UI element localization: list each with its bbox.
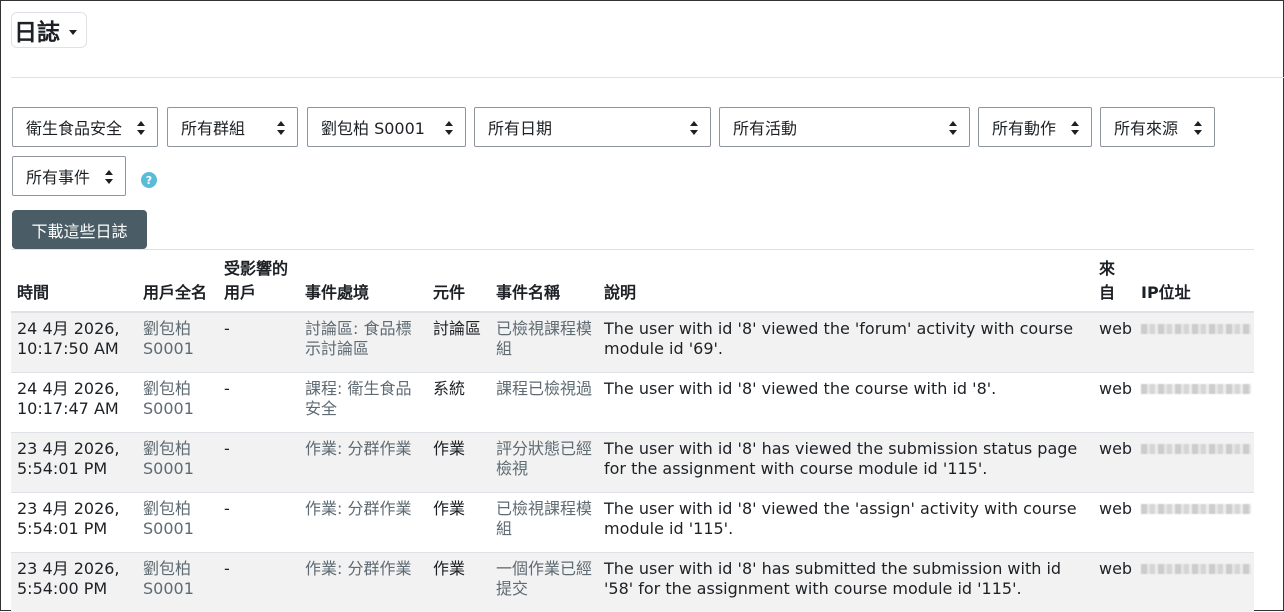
- cell-affected-user: -: [218, 491, 299, 552]
- help-icon[interactable]: ?: [141, 172, 157, 188]
- table-row: 23 4月 2026, 5:54:01 PM 劉包柏 S0001 - 作業: 分群作…: [11, 491, 1254, 552]
- table-row: 23 4月 2026, 5:54:01 PM 劉包柏 S0001 - 作業: 分群作…: [11, 431, 1254, 492]
- origin-select-value: 所有來源: [1114, 119, 1179, 138]
- cell-user-link[interactable]: 劉包柏 S0001: [137, 371, 218, 432]
- cell-event-name-link[interactable]: 一個作業已經提交: [490, 551, 598, 612]
- cell-event-name-link[interactable]: 已檢視課程模組: [490, 491, 598, 552]
- cell-origin: web: [1093, 431, 1135, 492]
- course-select[interactable]: 衛生食品安全: [12, 107, 158, 147]
- cell-description: The user with id '8' viewed the course w…: [598, 371, 1093, 432]
- select-arrows-icon: [277, 121, 285, 135]
- cell-time: 24 4月 2026, 10:17:50 AM: [11, 311, 137, 372]
- cell-ip[interactable]: [1135, 551, 1254, 612]
- col-header-origin: 來自: [1093, 253, 1135, 313]
- download-logs-button[interactable]: 下載這些日誌: [12, 210, 147, 249]
- activity-select[interactable]: 所有活動: [719, 107, 970, 147]
- cell-ip[interactable]: [1135, 371, 1254, 432]
- action-select[interactable]: 所有動作: [978, 107, 1092, 147]
- cell-user-link[interactable]: 劉包柏 S0001: [137, 431, 218, 492]
- ip-address-redacted[interactable]: [1141, 563, 1251, 574]
- table-row: 24 4月 2026, 10:17:50 AM 劉包柏 S0001 - 討論區: 食…: [11, 311, 1254, 372]
- group-select-value: 所有群組: [181, 119, 246, 138]
- divider: [11, 77, 1284, 78]
- action-select-value: 所有動作: [992, 119, 1057, 138]
- select-arrows-icon: [105, 170, 113, 184]
- cell-event-context-link[interactable]: 討論區: 食品標示討論區: [299, 311, 427, 372]
- cell-user-link[interactable]: 劉包柏 S0001: [137, 311, 218, 372]
- group-select[interactable]: 所有群組: [167, 107, 298, 147]
- select-arrows-icon: [445, 121, 453, 135]
- cell-description: The user with id '8' viewed the 'forum' …: [598, 311, 1093, 372]
- user-select[interactable]: 劉包柏 S0001: [307, 107, 466, 147]
- select-arrows-icon: [690, 121, 698, 135]
- cell-component: 作業: [427, 431, 490, 492]
- col-header-time[interactable]: 時間: [11, 253, 137, 313]
- cell-component: 作業: [427, 491, 490, 552]
- cell-ip[interactable]: [1135, 311, 1254, 372]
- col-header-affected-user: 受影響的 用戶: [218, 253, 299, 313]
- cell-event-context-link[interactable]: 課程: 衛生食品安全: [299, 371, 427, 432]
- cell-origin: web: [1093, 371, 1135, 432]
- ip-address-redacted[interactable]: [1141, 443, 1251, 454]
- cell-time: 23 4月 2026, 5:54:01 PM: [11, 491, 137, 552]
- ip-address-redacted[interactable]: [1141, 324, 1251, 334]
- event-select-value: 所有事件: [26, 168, 91, 187]
- cell-origin: web: [1093, 551, 1135, 612]
- chevron-down-icon: [69, 29, 77, 35]
- cell-origin: web: [1093, 311, 1135, 372]
- page-title: 日誌: [14, 20, 60, 46]
- select-arrows-icon: [1194, 121, 1202, 135]
- event-select[interactable]: 所有事件: [12, 156, 126, 196]
- cell-event-name-link[interactable]: 課程已檢視過: [490, 371, 598, 432]
- table-row: 23 4月 2026, 5:54:00 PM 劉包柏 S0001 - 作業: 分群作…: [11, 551, 1254, 612]
- user-select-value: 劉包柏 S0001: [321, 119, 425, 138]
- cell-user-link[interactable]: 劉包柏 S0001: [137, 551, 218, 612]
- select-arrows-icon: [949, 121, 957, 135]
- select-arrows-icon: [137, 121, 145, 135]
- date-select-value: 所有日期: [488, 119, 553, 138]
- origin-select[interactable]: 所有來源: [1100, 107, 1215, 147]
- activity-select-value: 所有活動: [733, 119, 798, 138]
- cell-component: 系統: [427, 371, 490, 432]
- cell-event-name-link[interactable]: 評分狀態已經檢視: [490, 431, 598, 492]
- cell-time: 24 4月 2026, 10:17:47 AM: [11, 371, 137, 432]
- cell-origin: web: [1093, 491, 1135, 552]
- cell-component: 作業: [427, 551, 490, 612]
- cell-ip[interactable]: [1135, 491, 1254, 552]
- cell-description: The user with id '8' has viewed the subm…: [598, 431, 1093, 492]
- ip-address-redacted[interactable]: [1141, 383, 1251, 394]
- cell-user-link[interactable]: 劉包柏 S0001: [137, 491, 218, 552]
- cell-event-name-link[interactable]: 已檢視課程模組: [490, 311, 598, 372]
- col-header-user-full-name[interactable]: 用戶全名: [137, 253, 218, 313]
- col-header-event-context: 事件處境: [299, 253, 427, 313]
- cell-affected-user: -: [218, 551, 299, 612]
- page-title-menu[interactable]: 日誌: [11, 12, 87, 48]
- table-row: 24 4月 2026, 10:17:47 AM 劉包柏 S0001 - 課程: 衛生…: [11, 371, 1254, 432]
- date-select[interactable]: 所有日期: [474, 107, 711, 147]
- select-arrows-icon: [1071, 121, 1079, 135]
- col-header-description: 說明: [598, 253, 1093, 313]
- cell-affected-user: -: [218, 431, 299, 492]
- cell-event-context-link[interactable]: 作業: 分群作業: [299, 491, 427, 552]
- cell-description: The user with id '8' has submitted the s…: [598, 551, 1093, 612]
- col-header-event-name: 事件名稱: [490, 253, 598, 313]
- cell-time: 23 4月 2026, 5:54:01 PM: [11, 431, 137, 492]
- cell-description: The user with id '8' viewed the 'assign'…: [598, 491, 1093, 552]
- cell-event-context-link[interactable]: 作業: 分群作業: [299, 431, 427, 492]
- divider: [11, 249, 1254, 250]
- log-table: 時間 用戶全名 受影響的 用戶 事件處境 元件 事件名稱 說明 來自 IP位址 2…: [11, 253, 1254, 612]
- cell-affected-user: -: [218, 311, 299, 372]
- table-header-row: 時間 用戶全名 受影響的 用戶 事件處境 元件 事件名稱 說明 來自 IP位址: [11, 253, 1254, 313]
- cell-ip[interactable]: [1135, 431, 1254, 492]
- cell-component: 討論區: [427, 311, 490, 372]
- cell-time: 23 4月 2026, 5:54:00 PM: [11, 551, 137, 612]
- cell-event-context-link[interactable]: 作業: 分群作業: [299, 551, 427, 612]
- course-select-value: 衛生食品安全: [26, 119, 123, 138]
- cell-affected-user: -: [218, 371, 299, 432]
- col-header-component: 元件: [427, 253, 490, 313]
- ip-address-redacted[interactable]: [1141, 503, 1251, 514]
- col-header-ip: IP位址: [1135, 253, 1254, 313]
